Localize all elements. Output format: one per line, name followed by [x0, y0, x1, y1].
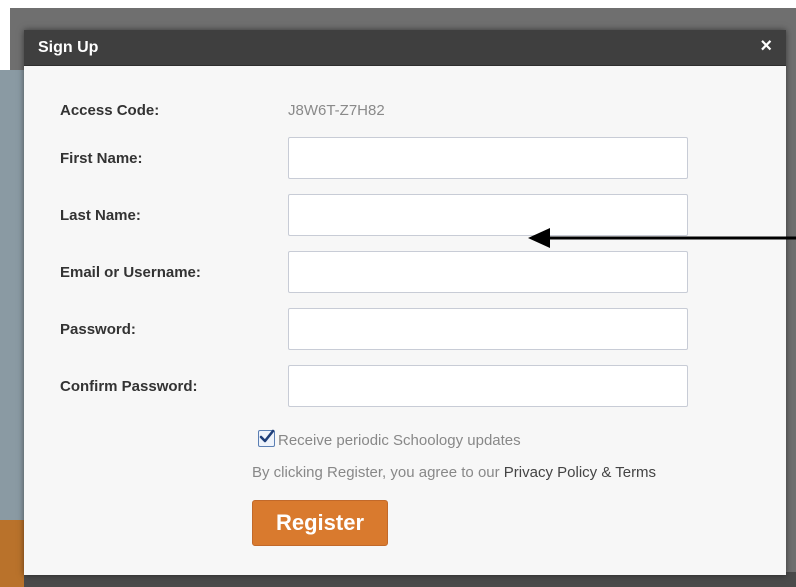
- confirm-password-row: Confirm Password:: [60, 365, 760, 409]
- last-name-label: Last Name:: [60, 207, 141, 224]
- confirm-password-label: Confirm Password:: [60, 378, 198, 395]
- password-row: Password:: [60, 308, 760, 352]
- terms-text: By clicking Register, you agree to our P…: [252, 464, 656, 481]
- access-code-label: Access Code:: [60, 102, 160, 119]
- access-code-value: J8W6T-Z7H82: [288, 102, 385, 119]
- email-input[interactable]: [288, 251, 688, 293]
- email-label: Email or Username:: [60, 264, 201, 281]
- modal-title: Sign Up: [38, 39, 99, 56]
- terms-prefix: By clicking Register, you agree to our: [252, 464, 504, 481]
- modal-header: Sign Up ×: [24, 30, 786, 66]
- password-input[interactable]: [288, 308, 688, 350]
- background-top-edge: [0, 0, 796, 8]
- background-page-strip: [0, 70, 24, 570]
- close-icon[interactable]: ×: [760, 36, 772, 56]
- access-code-row: Access Code: J8W6T-Z7H82: [60, 100, 760, 124]
- privacy-terms-link[interactable]: Privacy Policy & Terms: [504, 464, 656, 481]
- background-page-accent: [0, 520, 24, 587]
- first-name-label: First Name:: [60, 150, 143, 167]
- updates-checkbox-label: Receive periodic Schoology updates: [278, 432, 521, 449]
- first-name-row: First Name:: [60, 137, 760, 181]
- register-button[interactable]: Register: [252, 500, 388, 546]
- updates-checkbox-row[interactable]: Receive periodic Schoology updates: [258, 429, 521, 449]
- password-label: Password:: [60, 321, 136, 338]
- arrow-left-icon: [528, 228, 796, 248]
- signup-modal: Sign Up × Access Code: J8W6T-Z7H82 First…: [24, 30, 786, 575]
- updates-checkbox[interactable]: [258, 429, 275, 447]
- first-name-input[interactable]: [288, 137, 688, 179]
- email-row: Email or Username:: [60, 251, 760, 295]
- checkmark-icon: [259, 429, 275, 443]
- confirm-password-input[interactable]: [288, 365, 688, 407]
